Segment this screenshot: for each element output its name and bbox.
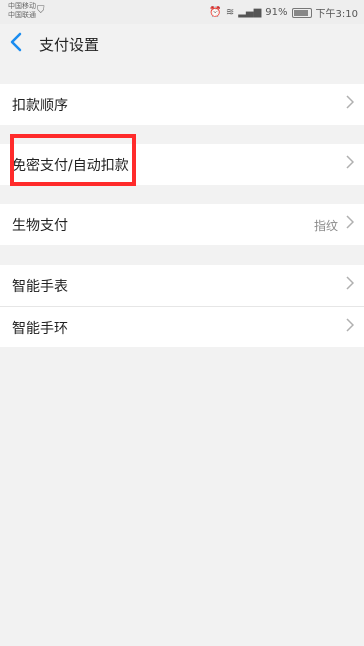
carrier-2: 中国联通 (8, 11, 36, 19)
row-label: 智能手表 (12, 279, 68, 295)
chevron-right-icon (346, 214, 355, 233)
wifi-icon: ≋ (225, 7, 235, 18)
chevron-right-icon (346, 275, 355, 294)
carrier-1: 中国移动 (8, 2, 36, 10)
chevron-right-icon (346, 94, 355, 113)
carrier-info: 中国移动 中国联通 (8, 2, 36, 20)
status-bar: 中国移动 中国联通 ⛉ ⏰ ≋ ▂▄▆ 91% 下午3:10 (0, 0, 364, 24)
row-value: 指纹 (313, 219, 338, 233)
smart-band-row[interactable]: 智能手环 (0, 306, 364, 347)
biometric-payment-row[interactable]: 生物支付 指纹 (0, 204, 364, 245)
settings-group-deduction-order: 扣款顺序 (0, 84, 364, 125)
settings-group-password-free: 免密支付/自动扣款 (0, 144, 364, 185)
settings-group-wearables: 智能手表 智能手环 (0, 265, 364, 347)
security-shield-icon: ⛉ (37, 5, 45, 16)
row-label: 免密支付/自动扣款 (12, 158, 129, 174)
status-time: 下午3:10 (315, 9, 358, 20)
signal-icon: ▂▄▆ (238, 7, 262, 18)
chevron-right-icon (346, 154, 355, 173)
alarm-icon: ⏰ (209, 7, 222, 18)
smart-watch-row[interactable]: 智能手表 (0, 265, 364, 306)
chevron-right-icon (346, 317, 355, 336)
back-arrow-icon[interactable] (10, 32, 30, 56)
row-label: 生物支付 (12, 218, 68, 234)
battery-percent: 91% (265, 7, 288, 18)
page-title: 支付设置 (39, 36, 100, 54)
battery-icon (291, 7, 312, 18)
deduction-order-row[interactable]: 扣款顺序 (0, 84, 364, 125)
password-free-payment-row[interactable]: 免密支付/自动扣款 (0, 144, 364, 185)
status-icons: ⏰ ≋ ▂▄▆ 91% 下午3:10 (209, 5, 358, 20)
settings-group-biometric: 生物支付 指纹 (0, 204, 364, 245)
header: 支付设置 (0, 24, 364, 64)
row-label: 智能手环 (12, 321, 68, 337)
row-label: 扣款顺序 (12, 98, 68, 114)
